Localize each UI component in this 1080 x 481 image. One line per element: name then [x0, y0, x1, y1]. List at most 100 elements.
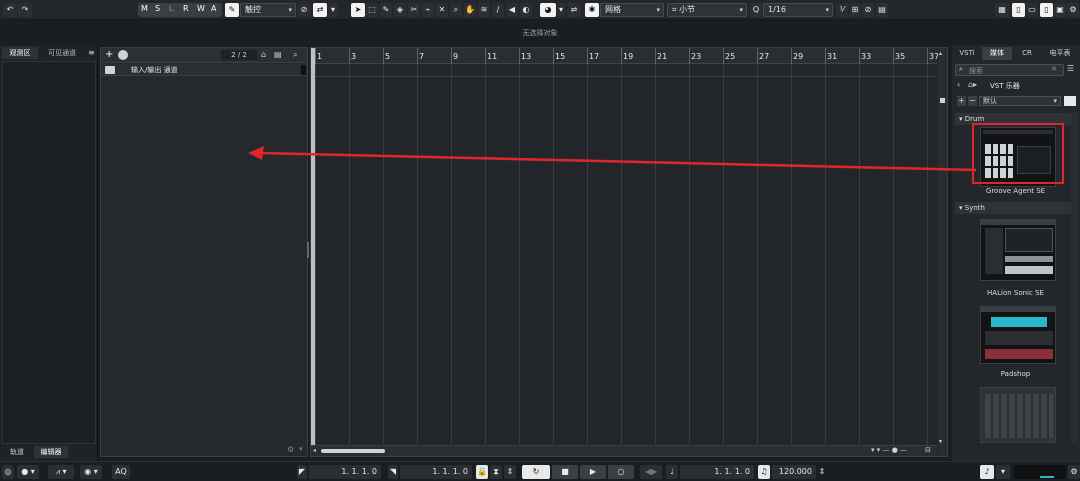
clear-icon[interactable]: ✕ [1051, 65, 1057, 73]
left-zone-toggle-icon[interactable]: ▯ [1012, 3, 1025, 17]
scroll-thumb[interactable] [940, 98, 945, 103]
right-zone-toggle-icon[interactable]: ▯ [1040, 3, 1053, 17]
right-locator-icon[interactable]: ◥ [388, 465, 398, 479]
mute-mode-button[interactable]: M [141, 4, 148, 13]
chevron-down-icon[interactable]: ▾ [557, 3, 565, 17]
tuner-icon[interactable]: ♪ [980, 465, 994, 479]
stop-button[interactable]: ■ [552, 465, 578, 479]
zoom-icon[interactable]: ⊟ [925, 446, 931, 454]
redo-button[interactable]: ↷ [18, 3, 32, 17]
chevron-left-icon[interactable]: ◂ [313, 447, 316, 454]
tab-media[interactable]: 媒体 [982, 47, 1012, 60]
tab-vsti[interactable]: VSTi [954, 47, 980, 60]
gear-icon[interactable]: ⚙ [287, 445, 294, 454]
stepper-icon[interactable]: ⇕ [504, 465, 516, 479]
quantize-select[interactable]: 1/16 ▾ [763, 3, 833, 17]
left-locator-field[interactable]: 1. 1. 1. 0 [309, 465, 381, 479]
scroll-thumb[interactable] [321, 449, 385, 453]
autoscroll-icon[interactable]: ⇄ [313, 3, 327, 17]
chevron-down-icon[interactable]: ▾ [328, 3, 338, 17]
solo-mode-button[interactable]: S [155, 4, 160, 13]
link-icon[interactable]: ◎ [2, 465, 14, 479]
punch-in-icon[interactable]: ⧗ [490, 465, 502, 479]
cycle-button[interactable]: ↻ [522, 465, 550, 479]
note-icon[interactable]: ♩ [666, 465, 678, 479]
tab-meter[interactable]: 电平表 [1042, 47, 1078, 60]
write-mode-button[interactable]: W [197, 4, 205, 13]
snap-toggle-icon[interactable]: ⇌ [567, 3, 581, 17]
search-icon[interactable]: ⌕ [293, 50, 297, 60]
menu-icon[interactable]: ≡ [88, 48, 95, 57]
quantize-apply-icon[interactable]: ⅟ [836, 3, 848, 17]
list-view-icon[interactable]: ☰ [1067, 64, 1077, 76]
list-icon[interactable]: ▤ [274, 50, 282, 59]
chevron-up-icon[interactable]: ▴ [939, 50, 942, 57]
zoom-menu-icon[interactable]: ▾ ▾ — ● — [871, 446, 907, 454]
range-tool-icon[interactable]: ⬚ [366, 3, 378, 17]
grid-type-select[interactable]: 网格 ▾ [600, 3, 664, 17]
undo-button[interactable]: ↶ [3, 3, 17, 17]
snap-type-icon[interactable]: ✱ [585, 3, 599, 17]
zoom-tool-icon[interactable]: ⌕ [450, 3, 462, 17]
tab-inspector[interactable]: 观测区 [2, 47, 38, 59]
chevron-left-icon[interactable]: ‹ [957, 80, 960, 89]
mute-tool-icon[interactable]: ✕ [436, 3, 448, 17]
read-mode-button[interactable]: R [183, 4, 189, 13]
chevron-down-icon[interactable]: ▾ [299, 445, 303, 453]
layout-icon[interactable]: ▣ [1054, 3, 1066, 17]
metronome-icon[interactable]: ◉ ▾ [80, 465, 102, 479]
tab-editor[interactable]: 编辑器 [34, 446, 68, 458]
breadcrumb-current[interactable]: VST 乐器 [990, 81, 1020, 91]
color-tool-icon[interactable]: ◐ [520, 3, 532, 17]
vertical-scrollbar[interactable]: ▴ ▾ [938, 48, 947, 456]
chevron-down-icon[interactable]: ▾ [939, 438, 942, 445]
vertical-scrollbar[interactable] [1071, 113, 1078, 443]
auto-quantize-button[interactable]: AQ [112, 465, 130, 479]
ruler[interactable]: 1 3 5 7 9 11 13 15 17 19 21 23 25 27 29 31 33 35 37 [311, 48, 939, 64]
position-field[interactable]: 1. 1. 1. 0 [680, 465, 754, 479]
quantize-icon[interactable]: Q [750, 3, 762, 17]
track-row[interactable]: 输入/输出 通道 [101, 64, 307, 76]
nudge-icon[interactable]: ◀▶ [640, 465, 662, 479]
play-button[interactable]: ▶ [580, 465, 606, 479]
media-search-field[interactable]: ⌕ 搜索 ✕ [955, 64, 1064, 76]
preset-select[interactable]: 默认 ▾ [979, 96, 1061, 106]
mixer-icon[interactable]: ▦ [995, 3, 1009, 17]
grid-unit-select[interactable]: ⌗ 小节 ▾ [667, 3, 747, 17]
hand-tool-icon[interactable]: ✋ [464, 3, 476, 17]
instrument-thumb-halion[interactable] [980, 219, 1056, 281]
chevron-down-icon[interactable]: ▾ [996, 465, 1010, 479]
glue-tool-icon[interactable]: ⌁ [422, 3, 434, 17]
section-synth[interactable]: ▾ Synth [955, 202, 1076, 214]
instrument-thumb-next[interactable] [980, 387, 1056, 443]
eraser-tool-icon[interactable]: ◈ [394, 3, 406, 17]
automation-mode-select[interactable]: 触控 ▾ [240, 3, 296, 17]
suspend-icon[interactable]: ⊘ [298, 3, 310, 17]
add-button[interactable]: + [957, 96, 966, 106]
tempo-field[interactable]: 120.000 [772, 465, 816, 479]
tab-track[interactable]: 轨道 [2, 446, 32, 458]
left-locator-icon[interactable]: ◤ [297, 465, 307, 479]
automation-icon[interactable]: ✎ [225, 3, 239, 17]
pointer-tool-icon[interactable]: ➤ [351, 3, 365, 17]
line-tool-icon[interactable]: ∕ [492, 3, 504, 17]
tempo-track-icon[interactable]: ♫ [758, 465, 770, 479]
tab-control-room[interactable]: CR [1014, 47, 1040, 60]
gear-icon[interactable]: ⚙ [1068, 465, 1080, 479]
audition-tool-icon[interactable]: ◀ [506, 3, 518, 17]
record-button[interactable]: ○ [608, 465, 634, 479]
splitter-handle[interactable] [307, 242, 309, 258]
listen-mode-button[interactable]: L [169, 4, 173, 13]
settings-icon[interactable]: ▤ [876, 3, 888, 17]
gear-icon[interactable]: ⚙ [1067, 3, 1079, 17]
horizontal-scrollbar[interactable]: ◂ ▾ ▾ — ● — ⊟ [311, 445, 937, 456]
color-palette-icon[interactable]: ◕ [540, 3, 556, 17]
automation-mode-button[interactable]: A [211, 4, 216, 13]
tab-visibility[interactable]: 可见通道 [40, 47, 84, 59]
quantize-panel-icon[interactable]: ⊞ [849, 3, 861, 17]
split-tool-icon[interactable]: ✂ [408, 3, 420, 17]
right-locator-field[interactable]: 1. 1. 1. 0 [400, 465, 472, 479]
audio-icon[interactable]: ⩘ ▾ [48, 465, 74, 479]
record-mode-icon[interactable]: ● ▾ [17, 465, 39, 479]
warp-tool-icon[interactable]: ≋ [478, 3, 490, 17]
